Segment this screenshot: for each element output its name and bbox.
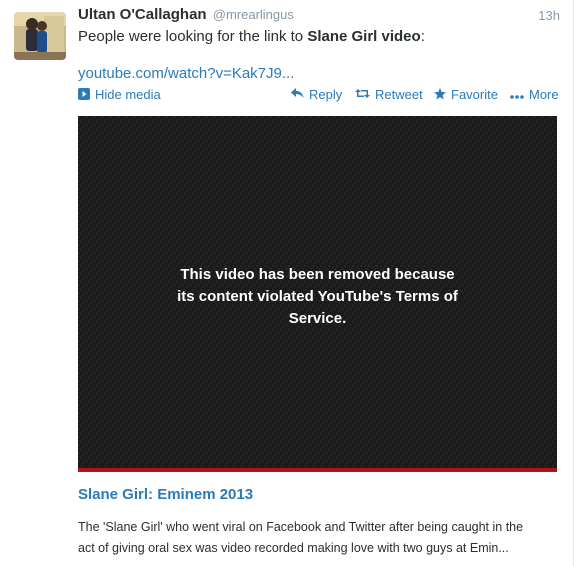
author-name-text[interactable]: Ultan O'Callaghan (78, 6, 207, 23)
tweet-link[interactable]: youtube.com/watch?v=Kak7J9... (78, 65, 294, 82)
avatar-photo (14, 12, 66, 60)
author-handle[interactable]: @mrearlingus (213, 7, 294, 22)
hide-media-button[interactable]: Hide media (78, 87, 161, 102)
more-label: More (529, 87, 559, 102)
tweet-text: People were looking for the link to Slan… (78, 28, 425, 45)
more-button[interactable]: More (510, 87, 559, 102)
media-collapse-icon (78, 87, 90, 102)
star-icon (434, 87, 446, 102)
author-name[interactable]: Ultan O'Callaghan @mrearlingus (78, 6, 294, 23)
tweet-text-prefix: People were looking for the link to (78, 28, 308, 45)
tweet-timestamp[interactable]: 13h (538, 8, 560, 23)
tweet-text-bold: Slane Girl video (307, 28, 421, 45)
retweet-icon (355, 88, 370, 101)
tweet-actions: Hide media Reply Retweet Favorite More (78, 87, 562, 105)
reply-arrow-icon (291, 88, 304, 101)
video-message-line-1: This video has been removed because (180, 266, 455, 283)
video-progress-bar (78, 468, 557, 472)
favorite-label: Favorite (451, 87, 498, 102)
card-description-line-1: The 'Slane Girl' who went viral on Faceb… (78, 520, 524, 534)
hide-media-label: Hide media (95, 87, 161, 102)
video-message-line-2: its content violated YouTube's Terms of (177, 288, 458, 305)
ellipsis-icon (510, 89, 524, 101)
author-avatar[interactable] (14, 12, 66, 60)
retweet-button[interactable]: Retweet (355, 87, 423, 102)
video-message-line-3: Service. (288, 310, 347, 327)
video-player[interactable]: This video has been removed because its … (78, 116, 557, 468)
card-description: The 'Slane Girl' who went viral on Faceb… (78, 517, 558, 559)
favorite-button[interactable]: Favorite (434, 87, 498, 102)
reply-label: Reply (309, 87, 343, 102)
card-description-line-2: act of giving oral sex was video recorde… (78, 541, 509, 555)
card-title-link[interactable]: Slane Girl: Eminem 2013 (78, 486, 253, 503)
tweet-text-suffix: : (420, 28, 425, 45)
reply-button[interactable]: Reply (291, 87, 342, 102)
video-removed-message: This video has been removed because its … (78, 264, 557, 330)
retweet-label: Retweet (375, 87, 423, 102)
